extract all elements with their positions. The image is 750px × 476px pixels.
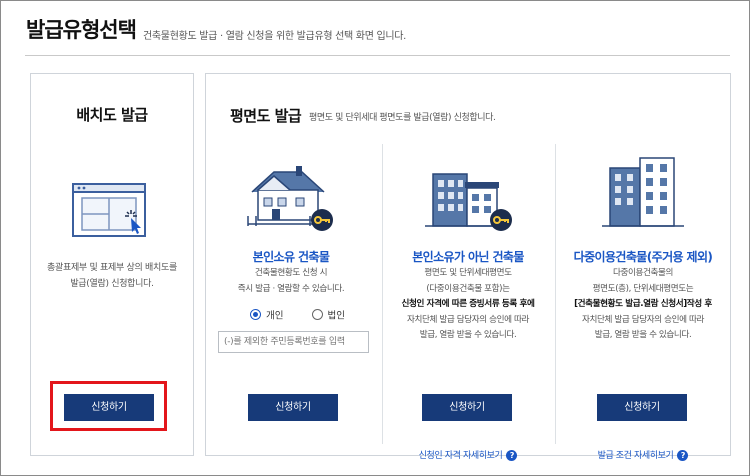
column-divider	[555, 144, 556, 444]
owner-desc-line: 즉시 발급 · 열람할 수 있습니다.	[237, 283, 345, 294]
multi-use-desc-line: 평면도(층), 단위세대평면도는	[592, 283, 694, 294]
multi-use-title: 다중이용건축물(주거용 제외)	[573, 250, 713, 264]
tall-buildings-icon	[602, 157, 684, 227]
site-plan-window-icon	[72, 183, 146, 237]
owner-desc-line: 건축물현황도 신청 시	[254, 268, 328, 278]
multi-use-description: 다중이용건축물의 평면도(층), 단위세대평면도는 [건축물현황도 발급.열람 …	[558, 266, 728, 344]
non-owner-desc-line-bold: 신청인 자격에 따른 증빙서류 등록 후에	[401, 299, 535, 309]
buildings-key-icon	[425, 173, 512, 231]
floor-plan-title: 평면도 발급	[230, 107, 302, 125]
page-title: 발급유형선택	[26, 18, 137, 42]
page-subtitle: 건축물현황도 발급 · 열람 신청을 위한 발급유형 선택 화면 입니다.	[143, 31, 407, 42]
floor-plan-subtitle: 평면도 및 단위세대 평면도를 발급(열람) 신청합니다.	[309, 113, 496, 123]
non-owner-desc-line: 발급, 열람 받을 수 있습니다.	[419, 330, 517, 340]
multi-use-desc-line-bold: [건축물현황도 발급.열람 신청서]작성 후	[574, 299, 712, 309]
non-owner-title: 본인소유가 아닌 건축물	[412, 250, 524, 264]
multi-use-desc-line: 발급, 열람 받을 수 있습니다.	[594, 330, 692, 340]
multi-use-desc-line: 자치단체 발급 담당자의 승인에 따라	[582, 314, 704, 325]
non-owner-desc-line: 자치단체 발급 담당자의 승인에 따라	[407, 314, 529, 325]
issuance-condition-link[interactable]: 발급 조건 자세히보기?	[558, 448, 728, 461]
owner-apply-button[interactable]: 신청하기	[248, 394, 338, 421]
question-icon[interactable]: ?	[677, 450, 689, 461]
site-plan-desc-line: 발급(열람) 신청합니다.	[70, 279, 154, 289]
non-owner-apply-button[interactable]: 신청하기	[422, 394, 512, 421]
highlight-box	[50, 381, 167, 431]
resident-id-input[interactable]	[218, 331, 369, 353]
site-plan-description: 총괄표제부 및 표제부 상의 배치도를 발급(열람) 신청합니다.	[39, 260, 185, 292]
owner-description: 건축물현황도 신청 시 즉시 발급 · 열람할 수 있습니다.	[206, 266, 376, 297]
multi-use-apply-button[interactable]: 신청하기	[597, 394, 687, 421]
site-plan-desc-line: 총괄표제부 및 표제부 상의 배치도를	[47, 263, 177, 273]
owner-title: 본인소유 건축물	[252, 250, 330, 264]
radio-corporate[interactable]: 법인	[311, 308, 346, 321]
radio-individual-label: 개인	[266, 310, 284, 321]
non-owner-desc-line: 평면도 및 단위세대평면도	[424, 268, 512, 278]
multi-use-desc-line: 다중이용건축물의	[612, 268, 674, 278]
radio-individual[interactable]: 개인	[250, 308, 284, 321]
owner-type-radio-group: 개인 법인	[250, 307, 345, 321]
radio-corporate-label: 법인	[327, 310, 346, 321]
radio-individual-dot[interactable]	[250, 308, 261, 320]
applicant-qualification-link-text[interactable]: 신청인 자격 자세히보기	[419, 451, 503, 461]
applicant-qualification-link[interactable]: 신청인 자격 자세히보기?	[383, 448, 553, 461]
question-icon[interactable]: ?	[506, 450, 518, 461]
non-owner-description: 평면도 및 단위세대평면도 (다중이용건축물 포함)는 신청인 자격에 따른 증…	[383, 266, 553, 344]
title-divider	[25, 55, 730, 56]
radio-corporate-dot[interactable]	[311, 308, 323, 320]
site-plan-title: 배치도 발급	[76, 106, 148, 124]
issuance-condition-link-text[interactable]: 발급 조건 자세히보기	[598, 451, 674, 461]
house-key-icon	[247, 166, 333, 231]
non-owner-desc-line: (다중이용건축물 포함)는	[426, 283, 510, 294]
